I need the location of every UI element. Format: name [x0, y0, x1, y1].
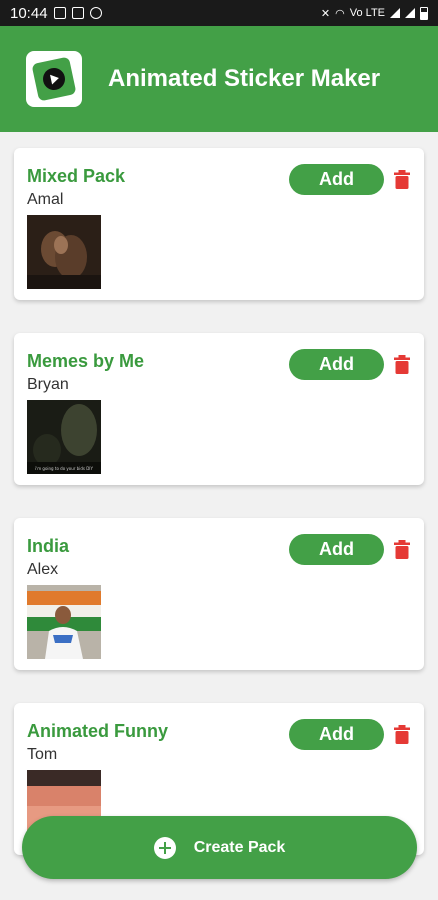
delete-icon[interactable] [394, 540, 410, 559]
gallery-notification-icon [53, 7, 66, 19]
add-button[interactable]: Add [289, 719, 384, 750]
add-button[interactable]: Add [289, 534, 384, 565]
pack-thumbnail[interactable] [27, 215, 101, 289]
sticker-pack-card[interactable]: Mixed Pack Amal Add [14, 148, 424, 300]
plus-circle-icon [153, 836, 176, 859]
pack-thumbnail[interactable] [27, 585, 101, 659]
network-label: Vo LTE [349, 7, 385, 19]
play-logo-icon [26, 51, 82, 107]
pack-name: India [27, 536, 70, 556]
delete-icon[interactable] [394, 355, 410, 374]
delete-icon[interactable] [394, 170, 410, 189]
pack-author: Bryan [27, 376, 69, 393]
wifi-icon: ◠ [335, 7, 345, 20]
signal-2-icon [405, 8, 415, 18]
app-notification-icon [89, 7, 102, 19]
pack-name: Animated Funny [27, 721, 169, 741]
pack-author: Amal [27, 191, 64, 208]
app-bar: Animated Sticker Maker [0, 26, 438, 132]
sticker-pack-card[interactable]: Memes by Me Bryan i'm going to do your b… [14, 333, 424, 485]
pack-name: Mixed Pack [27, 166, 126, 186]
pack-author: Alex [27, 561, 59, 578]
status-bar: 10:44 ✕ ◠ Vo LTE [0, 0, 438, 26]
thumb-caption: i'm going to do your bids DIY [35, 466, 93, 471]
status-time: 10:44 [10, 4, 48, 22]
pack-thumbnail[interactable]: i'm going to do your bids DIY [27, 400, 101, 474]
app-title: Animated Sticker Maker [108, 65, 381, 92]
image-notification-icon [71, 7, 84, 19]
delete-icon[interactable] [394, 725, 410, 744]
add-button[interactable]: Add [289, 164, 384, 195]
signal-icon [390, 8, 400, 18]
battery-icon [420, 6, 428, 20]
create-pack-button[interactable]: Create Pack [22, 816, 417, 879]
mute-icon: ✕ [320, 7, 331, 20]
add-button[interactable]: Add [289, 349, 384, 380]
sticker-pack-card[interactable]: India Alex Add [14, 518, 424, 670]
pack-author: Tom [27, 746, 58, 763]
pack-name: Memes by Me [27, 351, 145, 371]
create-pack-label: Create Pack [193, 838, 286, 856]
sticker-pack-list[interactable]: Mixed Pack Amal Add Memes by Me Bryan i'… [0, 132, 438, 900]
